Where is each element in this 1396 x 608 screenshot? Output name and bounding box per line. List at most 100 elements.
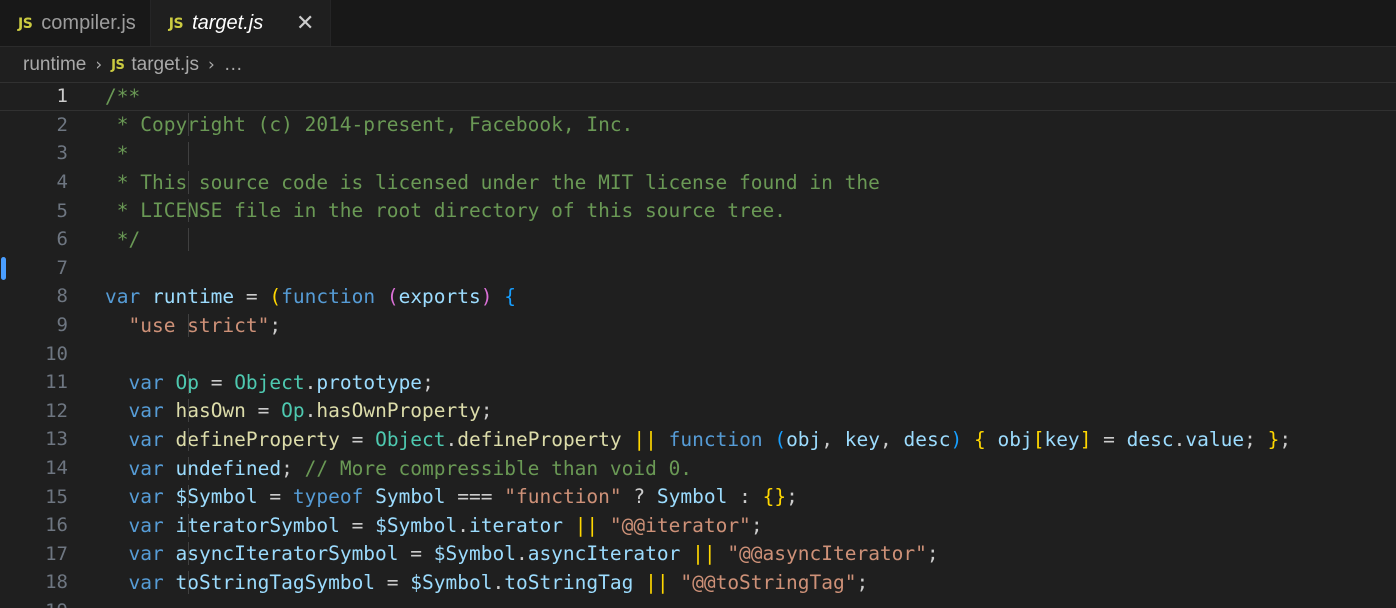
code-line[interactable]: 16 var iteratorSymbol = $Symbol.iterator… xyxy=(0,511,1396,540)
indent-guide xyxy=(188,513,189,537)
code-line-content[interactable]: var Op = Object.prototype; xyxy=(68,370,1396,394)
token-byellow: [ xyxy=(1032,427,1045,451)
token-bpink: ) xyxy=(480,284,493,308)
tab-compiler-js[interactable]: JS compiler.js xyxy=(0,0,151,47)
code-line[interactable]: 12 var hasOwn = Op.hasOwnProperty; xyxy=(0,397,1396,426)
token-plain: . xyxy=(304,399,317,423)
token-var: $Symbol xyxy=(433,542,516,566)
code-line-content[interactable]: * This source code is licensed under the… xyxy=(68,170,1396,194)
indent-guide xyxy=(188,141,189,165)
token-byellow: ( xyxy=(269,284,282,308)
code-line[interactable]: 13 var defineProperty = Object.definePro… xyxy=(0,425,1396,454)
token-var: prototype xyxy=(316,370,423,394)
code-line[interactable]: 15 var $Symbol = typeof Symbol === "func… xyxy=(0,482,1396,511)
indent-guide xyxy=(188,370,189,394)
line-number: 1 xyxy=(56,85,68,108)
code-line-content[interactable]: */ xyxy=(68,227,1396,251)
tab-label: compiler.js xyxy=(41,12,136,34)
code-line[interactable]: 8 var runtime = (function (exports) { xyxy=(0,282,1396,311)
code-line[interactable]: 17 var asyncIteratorSymbol = $Symbol.asy… xyxy=(0,540,1396,569)
code-line-content[interactable]: var toStringTagSymbol = $Symbol.toString… xyxy=(68,570,1396,594)
code-line[interactable]: 11 var Op = Object.prototype; xyxy=(0,368,1396,397)
code-line-content[interactable]: * LICENSE file in the root directory of … xyxy=(68,199,1396,223)
code-line[interactable]: 10 xyxy=(0,339,1396,368)
token-plain: . xyxy=(445,427,458,451)
token-var: iterator xyxy=(469,513,563,537)
code-line[interactable]: 9 "use strict"; xyxy=(0,311,1396,340)
token-comment: /** xyxy=(105,84,141,108)
close-icon[interactable]: ✕ xyxy=(294,12,316,35)
code-line[interactable]: 18 var toStringTagSymbol = $Symbol.toStr… xyxy=(0,568,1396,597)
breadcrumb-label: target.js xyxy=(131,53,199,75)
code-line-content[interactable]: /** xyxy=(68,85,1396,108)
code-line-content[interactable]: var $Symbol = typeof Symbol === "functio… xyxy=(68,485,1396,509)
token-plain: ; xyxy=(926,542,939,566)
breadcrumb-item-target-js[interactable]: JS target.js xyxy=(111,54,199,76)
token-keyword: var xyxy=(105,284,141,308)
code-line-content[interactable]: var undefined; // More compressible than… xyxy=(68,456,1396,480)
code-line[interactable]: 6 */ xyxy=(0,225,1396,254)
code-line[interactable]: 7 xyxy=(0,254,1396,283)
code-line-content[interactable]: * xyxy=(68,141,1396,165)
code-line[interactable]: 5 * LICENSE file in the root directory o… xyxy=(0,196,1396,225)
token-var: Symbol xyxy=(656,485,728,509)
code-line-content[interactable]: * Copyright (c) 2014-present, Facebook, … xyxy=(68,113,1396,137)
token-var: exports xyxy=(398,284,481,308)
code-lines[interactable]: 1 /** 2 * Copyright (c) 2014-present, Face… xyxy=(0,82,1396,608)
token-byellow: || xyxy=(574,513,599,537)
token-keyword: typeof xyxy=(292,485,364,509)
token-var: value xyxy=(1185,427,1245,451)
token-byellow: { xyxy=(973,427,986,451)
code-line[interactable]: 14 var undefined; // More compressible t… xyxy=(0,454,1396,483)
token-comment: // More compressible than void 0. xyxy=(304,456,693,480)
code-line[interactable]: 19 xyxy=(0,597,1396,608)
code-line-content[interactable]: "use strict"; xyxy=(68,313,1396,337)
tab-target-js[interactable]: JS target.js ✕ xyxy=(150,0,332,48)
token-keyword: var xyxy=(128,485,164,509)
token-string: "function" xyxy=(504,485,622,509)
indent-guide xyxy=(188,113,189,137)
line-number: 9 xyxy=(56,314,68,337)
js-file-icon: JS xyxy=(111,58,125,73)
token-keyword: var xyxy=(128,370,164,394)
code-line[interactable]: 2 * Copyright (c) 2014-present, Facebook… xyxy=(0,111,1396,140)
token-var: toStringTagSymbol xyxy=(175,570,376,594)
code-editor[interactable]: 1 /** 2 * Copyright (c) 2014-present, Face… xyxy=(0,82,1396,608)
token-comment: * Copyright (c) 2014-present, Facebook, … xyxy=(105,113,634,137)
indent-guide xyxy=(188,570,189,594)
code-line-content[interactable]: var runtime = (function (exports) { xyxy=(68,285,1396,308)
code-line-content[interactable]: var iteratorSymbol = $Symbol.iterator ||… xyxy=(68,513,1396,537)
token-plain: = xyxy=(257,485,293,509)
token-byellow: {} xyxy=(762,485,787,509)
breadcrumb: runtime › JS target.js › … xyxy=(0,47,1396,82)
breadcrumb-label: runtime xyxy=(23,53,87,75)
line-number: 4 xyxy=(56,171,68,194)
line-number: 5 xyxy=(56,199,68,222)
line-number: 19 xyxy=(0,600,68,608)
code-line[interactable]: 1 /** xyxy=(0,82,1396,111)
breadcrumb-item-symbols[interactable]: … xyxy=(224,54,243,76)
token-keyword: var xyxy=(128,542,164,566)
code-line-content[interactable]: var hasOwn = Op.hasOwnProperty; xyxy=(68,399,1396,423)
code-line-content[interactable]: var asyncIteratorSymbol = $Symbol.asyncI… xyxy=(68,542,1396,566)
token-plain: ; xyxy=(856,570,869,594)
code-line[interactable]: 4 * This source code is licensed under t… xyxy=(0,168,1396,197)
token-string: "@@toStringTag" xyxy=(680,570,857,594)
breadcrumb-item-runtime[interactable]: runtime xyxy=(23,54,86,76)
code-line-content[interactable]: var defineProperty = Object.defineProper… xyxy=(68,427,1396,451)
token-byellow: ] xyxy=(1079,427,1092,451)
token-plain: = xyxy=(198,370,235,394)
token-plain: ; xyxy=(269,313,282,337)
token-var: asyncIteratorSymbol xyxy=(175,542,399,566)
code-line[interactable]: 3 * xyxy=(0,139,1396,168)
line-number: 16 xyxy=(45,514,68,537)
